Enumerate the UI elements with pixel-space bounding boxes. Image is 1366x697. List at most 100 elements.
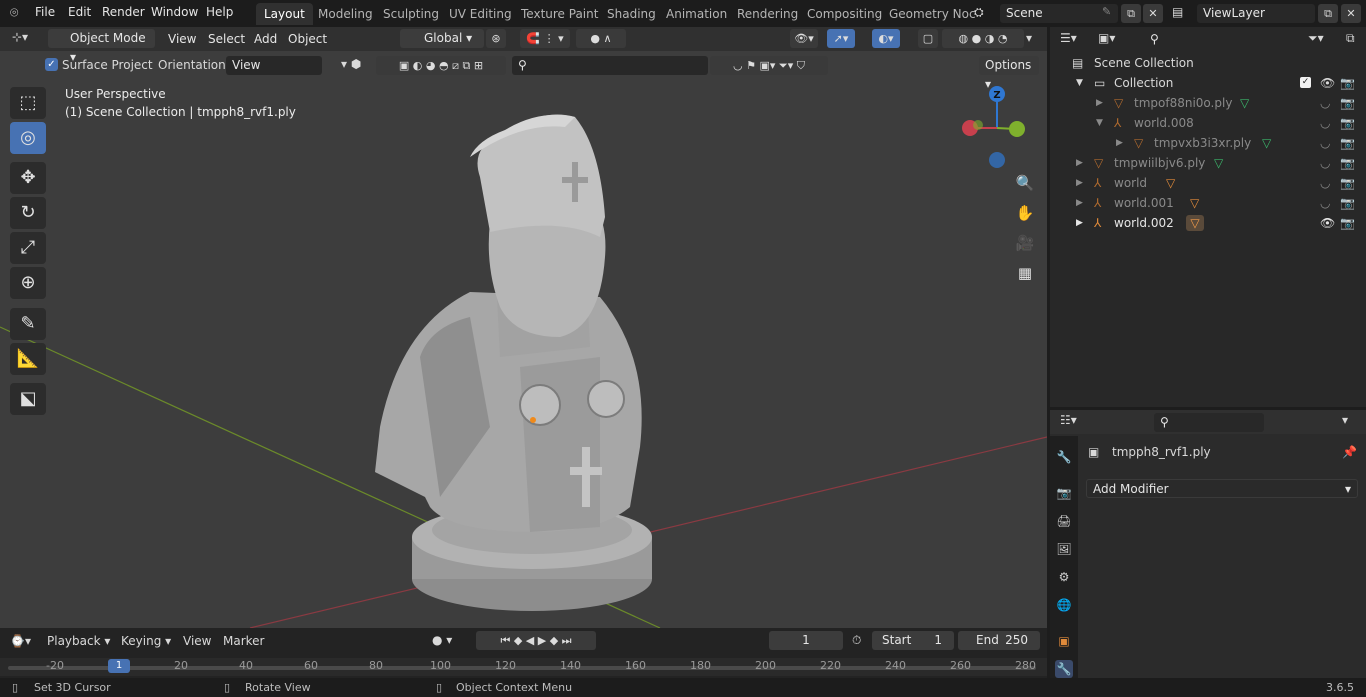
expand-arrow-icon[interactable]: ▶: [1116, 133, 1123, 153]
new-scene-icon[interactable]: ⧉: [1121, 4, 1141, 23]
expand-arrow-icon[interactable]: ▶: [1076, 173, 1083, 193]
remove-view-layer-icon[interactable]: ✕: [1341, 4, 1361, 23]
blender-logo-icon[interactable]: ⌾: [10, 5, 18, 21]
eye-closed-icon[interactable]: ◡: [1320, 93, 1330, 113]
tab-animation[interactable]: Animation: [658, 3, 735, 25]
expand-arrow-icon[interactable]: ▶: [1076, 213, 1083, 233]
outliner-row[interactable]: ▶ ▽ tmpvxb3i3xr.ply ▽ ◡ 📷: [1050, 133, 1366, 153]
exclude-checkbox[interactable]: ✓: [1300, 77, 1311, 88]
filter-search-input[interactable]: ⚲: [512, 56, 708, 75]
tab-geometry-nodes[interactable]: Geometry Noc: [881, 3, 984, 25]
ortho-grid-icon[interactable]: ▦: [1012, 260, 1038, 286]
eye-icon[interactable]: 👁: [1320, 73, 1335, 93]
render-tab-icon[interactable]: 📷: [1055, 484, 1073, 502]
pin-icon[interactable]: 📌: [1342, 445, 1357, 459]
end-frame-field[interactable]: End 250: [958, 631, 1040, 650]
outliner-row[interactable]: ▶ ▽ tmpof88ni0o.ply ▽ ◡ 📷: [1050, 93, 1366, 113]
stopwatch-icon[interactable]: ⏱: [852, 633, 861, 648]
mesh-child-icon[interactable]: ▽: [1186, 215, 1204, 231]
properties-search-input[interactable]: ⚲: [1154, 413, 1264, 432]
tab-compositing[interactable]: Compositing: [799, 3, 890, 25]
camera-render-icon[interactable]: 📷: [1340, 133, 1355, 153]
tab-modeling[interactable]: Modeling: [310, 3, 381, 25]
tab-rendering[interactable]: Rendering: [729, 3, 806, 25]
measure-tool[interactable]: 📐: [10, 343, 46, 375]
menu-add[interactable]: Add: [254, 30, 277, 49]
proportional-edit-icon[interactable]: ● ∧: [576, 29, 626, 48]
outliner-row[interactable]: ▼ ▭ Collection ✓ 👁 📷: [1050, 73, 1366, 93]
new-view-layer-icon[interactable]: ⧉: [1318, 4, 1338, 23]
cursor-tool[interactable]: ◎: [10, 122, 46, 154]
tool-tab-icon[interactable]: 🔧: [1055, 448, 1073, 466]
visibility-icon[interactable]: 👁▾: [790, 29, 818, 48]
menu-render[interactable]: Render: [102, 5, 145, 19]
pivot-icon[interactable]: ⊛: [486, 29, 506, 48]
properties-editor-icon[interactable]: ☷▾: [1060, 413, 1077, 427]
annotate-tool[interactable]: ✎: [10, 308, 46, 340]
timeline-editor-icon[interactable]: ⌚▾: [10, 634, 31, 648]
scale-tool[interactable]: ⤢: [10, 232, 46, 264]
rotate-tool[interactable]: ↻: [10, 197, 46, 229]
transform-orientation-dropdown[interactable]: Global ▾: [400, 29, 484, 48]
overlay-toggle-icon[interactable]: ◐▾: [872, 29, 900, 48]
camera-render-icon[interactable]: 📷: [1340, 73, 1355, 93]
current-frame-field[interactable]: 1: [769, 631, 843, 650]
transform-tool[interactable]: ⊕: [10, 267, 46, 299]
output-tab-icon[interactable]: 🖨: [1055, 512, 1073, 530]
move-tool[interactable]: ✥: [10, 162, 46, 194]
view-layer-field[interactable]: ViewLayer: [1197, 4, 1315, 23]
playhead[interactable]: 1: [108, 659, 130, 673]
shading-dropdown-icon[interactable]: ▾: [1026, 31, 1032, 45]
menu-object[interactable]: Object: [288, 30, 327, 49]
start-frame-field[interactable]: Start 1: [872, 631, 954, 650]
layer-icon[interactable]: ▾ ⬢: [341, 57, 361, 71]
menu-playback[interactable]: Playback ▾: [47, 634, 110, 648]
pan-hand-icon[interactable]: ✋: [1012, 200, 1038, 226]
scene-field[interactable]: Scene: [1000, 4, 1118, 23]
outliner-row[interactable]: ▶ ⅄ world.001 ▽ ◡ 📷: [1050, 193, 1366, 213]
outliner-row[interactable]: ▼ ⅄ world.008 ◡ 📷: [1050, 113, 1366, 133]
camera-render-icon[interactable]: 📷: [1340, 173, 1355, 193]
view-layer-icon[interactable]: ▤: [1172, 5, 1183, 19]
menu-view[interactable]: View: [168, 30, 196, 49]
view-layer-tab-icon[interactable]: 🖼: [1055, 540, 1073, 558]
orientation-dropdown[interactable]: View: [226, 56, 322, 75]
3d-viewport[interactable]: ⬚ ◎ ✥ ↻ ⤢ ⊕ ✎ 📐 ⬕ User Perspective (1) S…: [0, 27, 1047, 628]
object-tab-icon[interactable]: ▣: [1055, 632, 1073, 650]
expand-arrow-icon[interactable]: ▶: [1096, 93, 1103, 113]
scene-icon[interactable]: ⛭: [974, 5, 984, 20]
select-box-tool[interactable]: ⬚: [10, 87, 46, 119]
tab-shading[interactable]: Shading: [599, 3, 664, 25]
tab-layout[interactable]: Layout: [256, 3, 313, 25]
camera-render-icon[interactable]: 📷: [1340, 113, 1355, 133]
outliner-row[interactable]: ▶ ⅄ world.002 ▽ 👁 📷: [1050, 213, 1366, 233]
editor-type-icon[interactable]: ⊹▾: [12, 30, 28, 44]
filter-icons[interactable]: ◡ ⚑ ▣▾ ⏷▾ ⛉: [710, 56, 828, 75]
tab-uv-editing[interactable]: UV Editing: [441, 3, 520, 25]
navigation-gizmo[interactable]: Z: [958, 82, 1038, 172]
filter-icon[interactable]: ⏷▾: [1308, 31, 1324, 46]
outliner-search-input[interactable]: ⚲: [1144, 30, 1254, 49]
remove-scene-icon[interactable]: ✕: [1143, 4, 1163, 23]
xray-icon[interactable]: ▢: [918, 29, 938, 48]
eye-closed-icon[interactable]: ◡: [1320, 153, 1330, 173]
menu-timeline-view[interactable]: View: [183, 634, 211, 648]
menu-select[interactable]: Select: [208, 30, 245, 49]
eye-closed-icon[interactable]: ◡: [1320, 133, 1330, 153]
outliner-row[interactable]: ▶ ⅄ world ▽ ◡ 📷: [1050, 173, 1366, 193]
gizmo-toggle-icon[interactable]: ➚▾: [827, 29, 855, 48]
menu-window[interactable]: Window: [151, 5, 198, 19]
menu-help[interactable]: Help: [206, 5, 233, 19]
expand-arrow-icon[interactable]: ▶: [1076, 193, 1083, 213]
expand-arrow-icon[interactable]: ▶: [1076, 153, 1083, 173]
eye-closed-icon[interactable]: ◡: [1320, 173, 1330, 193]
timeline-scrollbar[interactable]: [8, 666, 1036, 670]
zoom-icon[interactable]: 🔍: [1012, 170, 1038, 196]
outliner-editor-icon[interactable]: ☰▾: [1060, 31, 1077, 45]
eye-closed-icon[interactable]: ◡: [1320, 193, 1330, 213]
surface-project-checkbox[interactable]: ✓: [45, 58, 58, 71]
expand-arrow-icon[interactable]: ▼: [1076, 73, 1083, 93]
snap-element-icons[interactable]: ▣ ◐ ◕ ◓ ⧄ ⧉ ⊞: [376, 56, 506, 75]
eye-closed-icon[interactable]: ◡: [1320, 113, 1330, 133]
shading-modes[interactable]: ◍ ● ◑ ◔: [942, 29, 1024, 48]
